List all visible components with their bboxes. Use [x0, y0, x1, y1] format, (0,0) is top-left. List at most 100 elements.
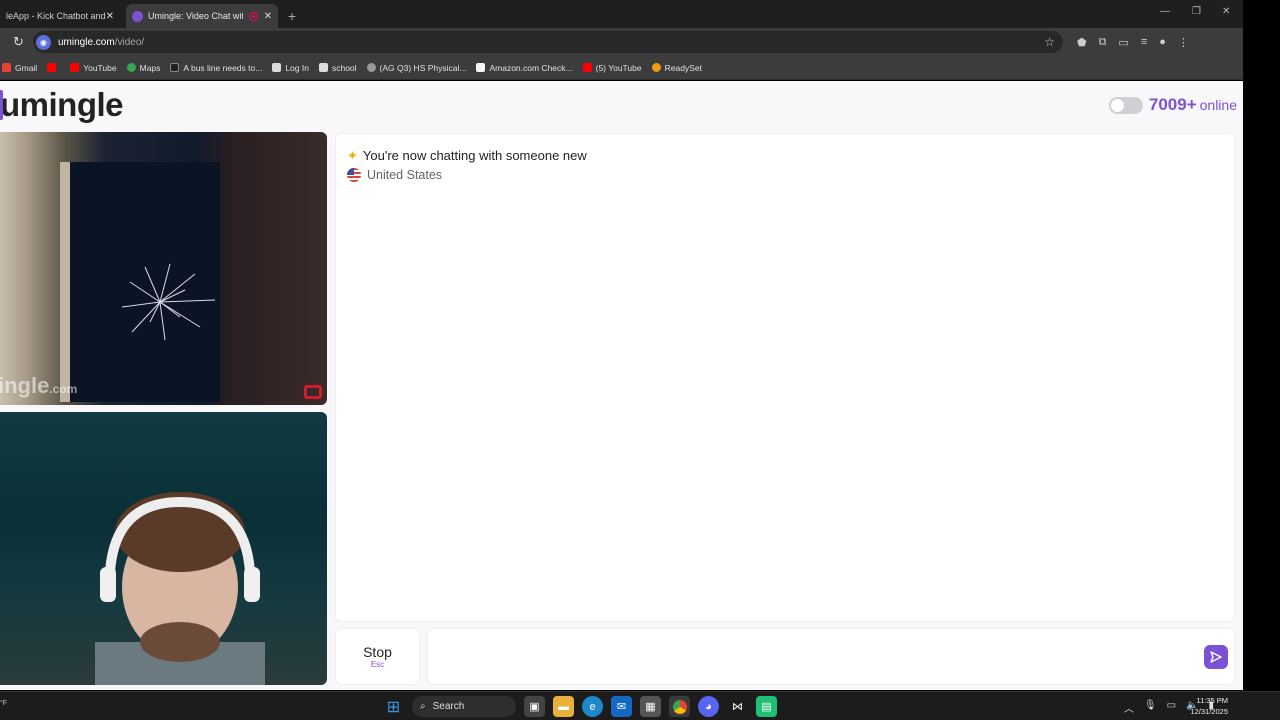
close-icon[interactable]: ✕	[264, 11, 272, 22]
webcam-person	[95, 492, 265, 685]
window-close-icon[interactable]: ✕	[1222, 6, 1230, 17]
send-button[interactable]	[1204, 645, 1228, 669]
capcut-icon[interactable]: ⋈	[727, 696, 748, 717]
site-logo[interactable]: umingle	[0, 86, 124, 124]
firework-burst	[121, 263, 216, 341]
page-icon	[170, 63, 180, 72]
bookmark-label: Amazon.com Check...	[489, 62, 573, 73]
online-indicator: 7009+ online	[1108, 95, 1237, 115]
bookmark-label: A bus line needs to...	[183, 62, 263, 73]
bookmark-label: (5) YouTube	[595, 62, 642, 73]
extension-badge-icon[interactable]: ⬟	[1077, 36, 1087, 49]
message-input[interactable]	[436, 641, 1196, 673]
app-green-icon[interactable]: ▤	[756, 696, 777, 717]
site-info-icon[interactable]: ◉	[36, 34, 51, 50]
browser-toolbar: ↻ ◉ umingle.com/video/ ☆ ⬟ ⧉ ▭ ≡ ● ⋮	[0, 28, 1243, 56]
theme-toggle[interactable]	[1108, 96, 1143, 114]
url-text: umingle.com/video/	[58, 37, 144, 48]
outlook-icon[interactable]: ✉	[611, 696, 632, 717]
tab-kick-chatbot[interactable]: leApp - Kick Chatbot and ✕	[0, 4, 120, 28]
system-message: ✦ You're now chatting with someone new Un…	[347, 148, 587, 182]
bookmark-youtube-5[interactable]: (5) YouTube	[582, 62, 642, 73]
chrome-icon[interactable]	[669, 696, 690, 717]
maps-pin-icon	[126, 63, 136, 72]
bookmark-maps[interactable]: Maps	[126, 62, 161, 73]
stop-button[interactable]: Stop Esc	[335, 628, 420, 685]
us-flag-icon	[347, 168, 361, 182]
watermark-text: ingle	[0, 373, 50, 398]
media-control-icon[interactable]: ≡	[1141, 36, 1147, 48]
partner-country: United States	[367, 168, 443, 182]
bookmark-star-icon[interactable]: ☆	[1044, 35, 1055, 49]
readyset-icon	[651, 63, 661, 72]
recording-indicator-icon	[248, 11, 258, 21]
local-video	[0, 412, 327, 685]
bookmark-label: (AG Q3) HS Physical...	[379, 62, 467, 73]
microphone-icon[interactable]: 🎙	[1144, 700, 1157, 715]
bookmark-label: Gmail	[15, 62, 38, 73]
youtube-icon	[70, 63, 80, 72]
minimize-icon[interactable]: —	[1160, 6, 1170, 17]
bookmark-school[interactable]: school	[318, 63, 357, 73]
new-tab-icon[interactable]: +	[288, 8, 296, 24]
youtube-icon	[47, 63, 57, 72]
url-path: /video/	[114, 36, 145, 48]
stop-button-label: Stop	[363, 644, 392, 660]
tab-title: leApp - Kick Chatbot and	[6, 11, 106, 21]
url-host: umingle.com	[58, 36, 115, 48]
menu-kebab-icon[interactable]: ⋮	[1178, 36, 1189, 49]
taskbar-clock[interactable]: 11:35 PM 12/31/2025	[1190, 695, 1228, 717]
page-icon	[318, 63, 328, 72]
reload-icon[interactable]: ↻	[13, 34, 27, 50]
remote-video: ingle.com	[0, 132, 327, 405]
tray-chevron-up-icon[interactable]: ︿	[1124, 700, 1134, 715]
bookmark-readyset[interactable]: ReadySet	[651, 62, 702, 73]
bookmark-bus-line[interactable]: A bus line needs to...	[170, 63, 262, 73]
page-icon	[272, 63, 282, 72]
edge-icon[interactable]: e	[582, 696, 603, 717]
weather-widget[interactable]: °F	[0, 700, 7, 707]
profile-avatar-icon[interactable]: ●	[1159, 36, 1166, 48]
extensions-puzzle-icon[interactable]: ⧉	[1099, 36, 1107, 49]
bookmark-youtube[interactable]: YouTube	[70, 63, 117, 73]
message-composer	[427, 628, 1235, 685]
discord-icon[interactable]: ◕	[698, 696, 719, 717]
youtube-icon	[582, 63, 592, 72]
address-bar[interactable]: ◉ umingle.com/video/ ☆	[33, 31, 1063, 53]
umingle-favicon-icon	[132, 10, 143, 22]
sparkle-icon: ✦	[347, 148, 358, 163]
report-flag-icon[interactable]	[304, 385, 322, 399]
send-icon	[1210, 651, 1222, 663]
clock-time: 11:35 PM	[1196, 696, 1228, 705]
clock-date: 12/31/2025	[1190, 707, 1228, 716]
search-icon: ⌕	[420, 701, 426, 712]
bookmarks-bar: Gmail YouTube Maps A bus line needs to..…	[0, 56, 1243, 80]
bookmark-label: Maps	[139, 62, 161, 73]
bookmark-youtube-icon-only[interactable]	[47, 63, 60, 72]
video-watermark: ingle.com	[0, 373, 77, 399]
bookmark-label: Log In	[285, 62, 309, 73]
browser-tab-bar: leApp - Kick Chatbot and ✕ Umingle: Vide…	[0, 0, 1243, 28]
globe-icon	[366, 63, 376, 72]
maximize-icon[interactable]: ❐	[1192, 6, 1201, 17]
file-explorer-icon[interactable]: ▬	[553, 696, 574, 717]
bookmark-gmail[interactable]: Gmail	[2, 63, 37, 73]
taskbar-search[interactable]: ⌕ Search	[412, 696, 516, 717]
network-icon[interactable]: ▭	[1167, 700, 1176, 715]
taskbar-search-label: Search	[432, 701, 465, 712]
store-icon[interactable]: ▦	[640, 696, 661, 717]
online-label: online	[1199, 97, 1237, 113]
bookmark-label: ReadySet	[664, 62, 702, 73]
cast-icon[interactable]: ▭	[1118, 36, 1128, 49]
bookmark-log-in[interactable]: Log In	[272, 63, 309, 73]
watermark-suffix: .com	[49, 382, 78, 396]
bookmark-hs-physical[interactable]: (AG Q3) HS Physical...	[366, 62, 467, 73]
tab-umingle[interactable]: Umingle: Video Chat with S ✕	[126, 4, 278, 28]
stop-button-hint: Esc	[370, 660, 385, 669]
online-count: 7009+	[1148, 95, 1197, 114]
tab-title: Umingle: Video Chat with S	[148, 11, 243, 21]
bookmark-amazon[interactable]: Amazon.com Check...	[476, 62, 573, 73]
close-icon[interactable]: ✕	[106, 11, 114, 22]
start-windows-icon[interactable]: ⊞	[383, 696, 404, 717]
task-view-icon[interactable]: ▣	[524, 696, 545, 717]
